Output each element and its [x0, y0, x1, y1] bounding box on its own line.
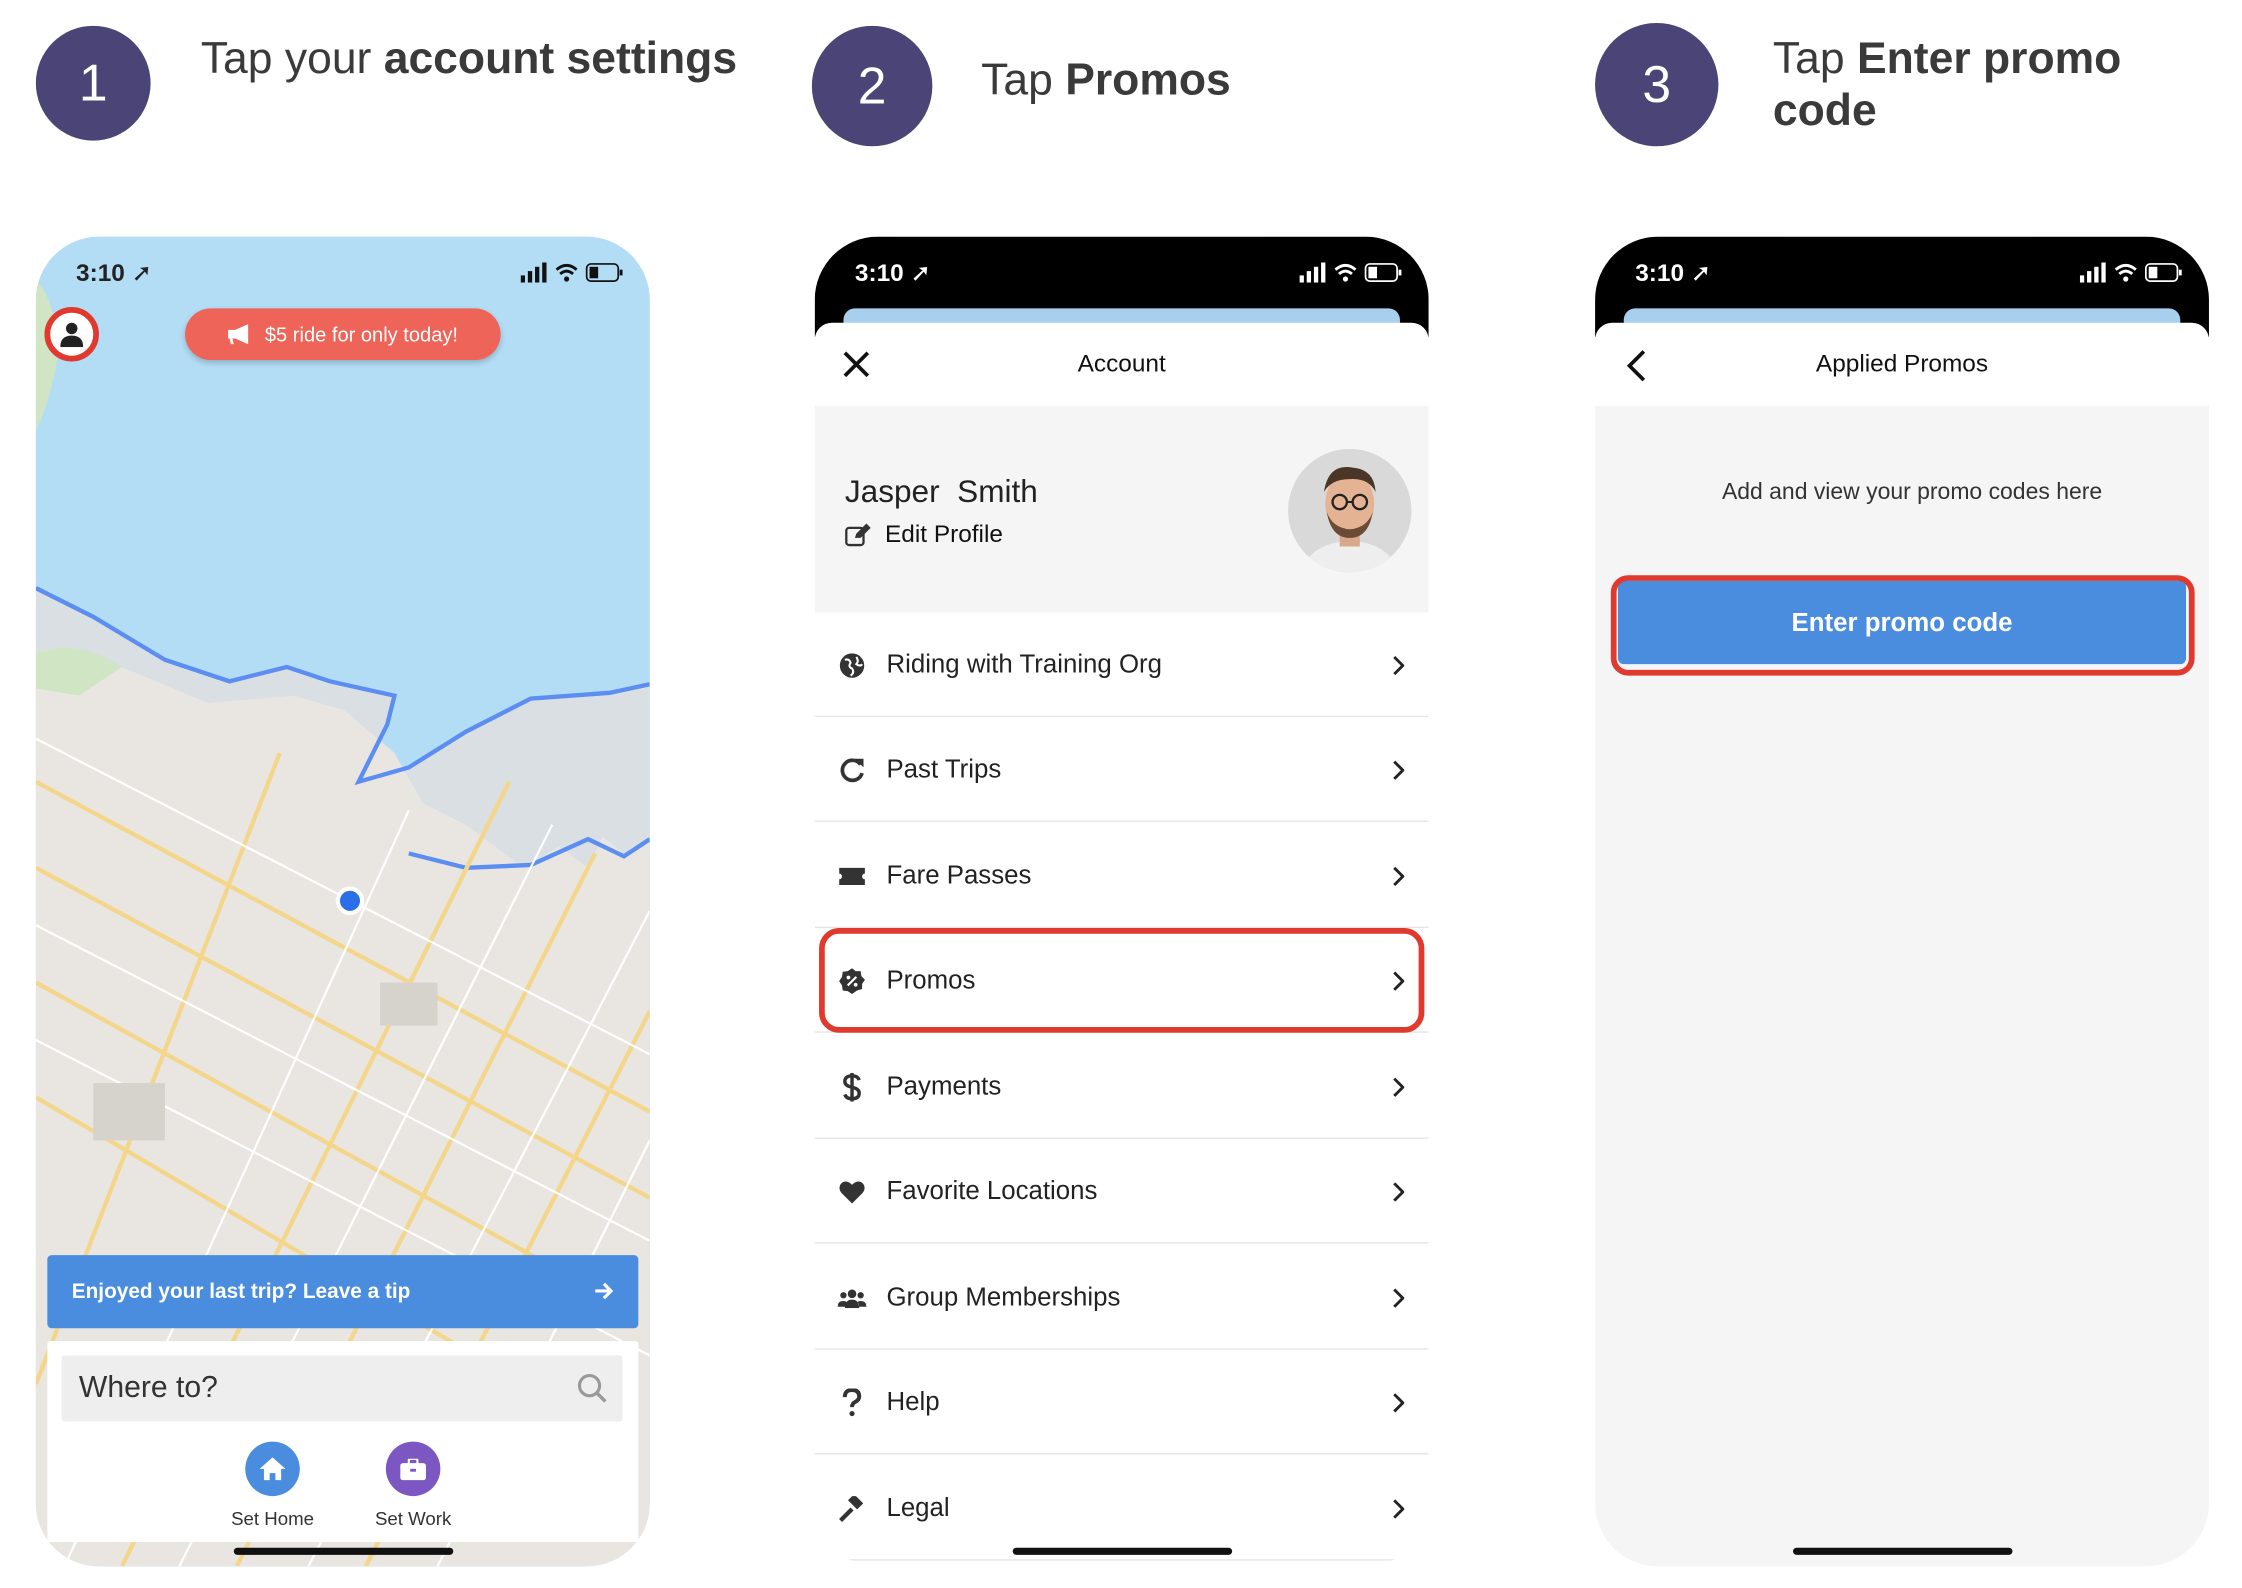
menu-item-label: Riding with Training Org: [886, 649, 1162, 679]
avatar[interactable]: [1288, 448, 1412, 573]
where-to-search[interactable]: Where to?: [61, 1355, 623, 1422]
menu-item-label: Legal: [886, 1493, 950, 1522]
step-3-number: 3: [1595, 22, 1719, 147]
chevron-right-icon: [1393, 1182, 1405, 1202]
applied-promos-screen: 3:10 ➚ Applied Promos Add and view your …: [1595, 236, 2209, 1567]
menu-item-label: Group Memberships: [886, 1282, 1121, 1312]
promo-banner-text: $5 ride for only today!: [264, 322, 459, 346]
menu-item-label: Payments: [886, 1071, 1002, 1101]
menu-item-help[interactable]: Help: [814, 1349, 1429, 1455]
step-1-number: 1: [35, 25, 151, 141]
enter-promo-highlight: [1610, 575, 2195, 676]
dollar-icon: [838, 1072, 867, 1102]
first-name: Jasper: [844, 473, 940, 510]
menu-item-group-memberships[interactable]: Group Memberships: [814, 1245, 1429, 1350]
search-icon: [577, 1374, 607, 1403]
set-home-button[interactable]: Set Home: [215, 1441, 330, 1530]
globe-icon: [838, 651, 867, 680]
step-1-instruction: Tap your account settings: [201, 33, 737, 85]
chevron-right-icon: [1393, 866, 1405, 887]
status-bar: 3:10 ➚: [36, 237, 650, 309]
menu-item-past-trips[interactable]: Past Trips: [814, 717, 1429, 822]
step-2-bold: Promos: [1065, 54, 1231, 105]
map-screen: 3:10 ➚ $5 ride for only today! Enjoyed y…: [35, 236, 650, 1567]
step-1-bold: account settings: [383, 32, 738, 84]
chevron-right-icon: [1393, 1077, 1405, 1097]
menu-item-riding-with[interactable]: Riding with Training Org: [814, 612, 1429, 718]
signal-wifi-battery-icon: [520, 262, 623, 283]
promos-nav-bar: Applied Promos: [1595, 322, 2209, 406]
gavel-icon: [838, 1495, 867, 1524]
account-screen: 3:10 ➚ Account Jasper Smith Edit Profile: [814, 236, 1429, 1567]
set-work-label: Set Work: [374, 1507, 452, 1530]
leave-tip-text: Enjoyed your last trip? Leave a tip: [71, 1280, 411, 1304]
promos-content: Add and view your promo codes here Enter…: [1595, 405, 2209, 1567]
arrow-right-icon: [595, 1282, 614, 1300]
page-title: Account: [1077, 349, 1166, 378]
menu-item-fare-passes[interactable]: Fare Passes: [814, 823, 1429, 929]
step-2-number: 2: [811, 25, 933, 147]
status-time: 3:10 ➚: [854, 259, 931, 287]
leave-tip-banner[interactable]: Enjoyed your last trip? Leave a tip: [47, 1255, 639, 1329]
history-icon: [838, 756, 867, 785]
step-1-prefix: Tap your: [200, 32, 384, 84]
chevron-right-icon: [1393, 1499, 1405, 1519]
briefcase-icon: [385, 1441, 441, 1497]
menu-item-legal[interactable]: Legal: [814, 1455, 1429, 1561]
promos-highlight: [819, 928, 1425, 1033]
edit-icon: [845, 523, 871, 547]
bottom-sheet: Where to? Set Home Set Work: [47, 1341, 639, 1542]
set-home-label: Set Home: [231, 1507, 314, 1530]
promo-banner[interactable]: $5 ride for only today!: [185, 308, 501, 361]
chevron-right-icon: [1393, 760, 1405, 780]
signal-wifi-battery-icon: [2079, 262, 2182, 283]
signal-wifi-battery-icon: [1299, 262, 1402, 283]
account-nav-bar: Account: [814, 322, 1429, 406]
profile-card[interactable]: Jasper Smith Edit Profile: [814, 405, 1429, 613]
step-2-instruction: Tap Promos: [981, 55, 1231, 107]
set-work-button[interactable]: Set Work: [356, 1441, 471, 1530]
home-indicator[interactable]: [1793, 1547, 2013, 1555]
ticket-icon: [838, 862, 867, 891]
megaphone-icon: [227, 324, 248, 345]
status-time: 3:10 ➚: [76, 259, 153, 287]
chevron-right-icon: [1393, 1393, 1405, 1413]
edit-profile-link[interactable]: Edit Profile: [845, 521, 1003, 550]
menu-item-label: Help: [886, 1387, 940, 1416]
profile-name: Jasper Smith: [845, 473, 1038, 510]
home-indicator[interactable]: [233, 1547, 454, 1555]
edit-profile-label: Edit Profile: [885, 520, 1003, 548]
menu-item-label: Favorite Locations: [886, 1176, 1098, 1205]
question-icon: [838, 1388, 867, 1417]
home-indicator[interactable]: [1012, 1547, 1233, 1555]
status-time: 3:10 ➚: [1635, 259, 1712, 287]
home-icon: [245, 1441, 300, 1497]
menu-item-favorite-locations[interactable]: Favorite Locations: [814, 1138, 1429, 1244]
chevron-right-icon: [1393, 655, 1405, 676]
promos-hint: Add and view your promo codes here: [1721, 480, 2103, 505]
last-name: Smith: [957, 473, 1038, 510]
search-placeholder: Where to?: [78, 1371, 218, 1405]
step-2-prefix: Tap: [981, 54, 1066, 105]
account-button[interactable]: [44, 306, 99, 362]
menu-item-payments[interactable]: Payments: [814, 1034, 1429, 1139]
page-title: Applied Promos: [1815, 349, 1989, 378]
chevron-right-icon: [1393, 1288, 1405, 1308]
menu-item-label: Fare Passes: [886, 860, 1032, 890]
heart-icon: [838, 1178, 867, 1207]
users-icon: [837, 1284, 867, 1313]
user-icon: [60, 322, 84, 348]
step-3-instruction: Tap Enter promo code: [1773, 33, 2160, 136]
menu-item-label: Past Trips: [886, 754, 1002, 784]
step-3-prefix: Tap: [1772, 32, 1857, 84]
